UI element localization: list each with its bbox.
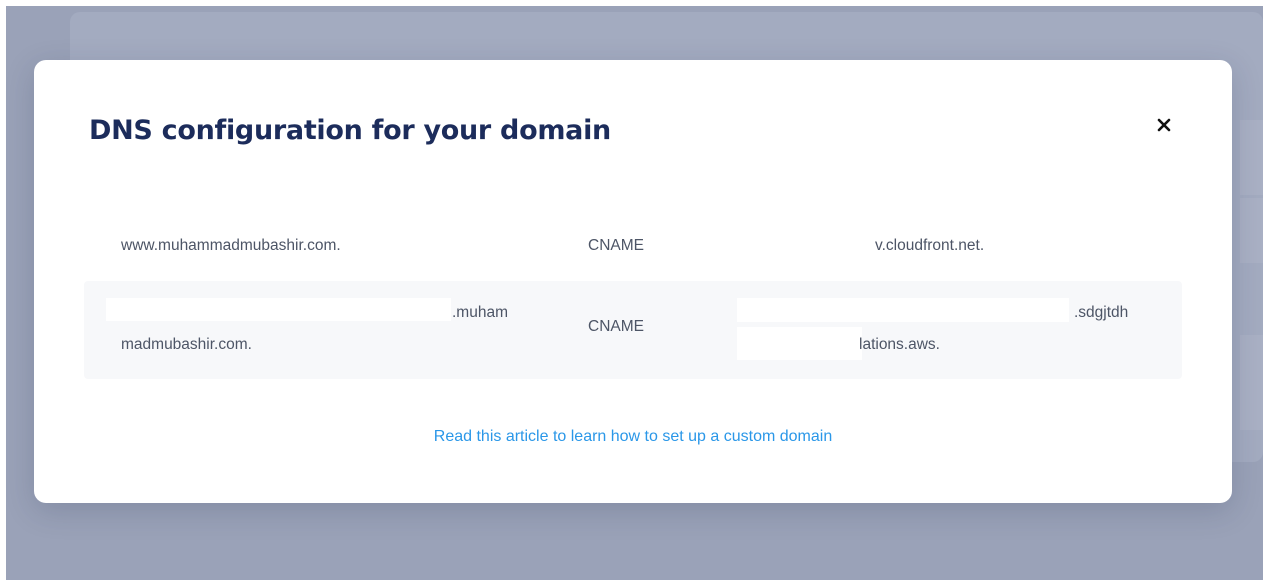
custom-domain-article-link[interactable]: Read this article to learn how to set up… <box>34 428 1232 446</box>
record-value-part: .sdgjtdh <box>1074 304 1129 321</box>
dns-record-row: .muham madmubashir.com. CNAME .sdgjtdh l… <box>84 281 1182 379</box>
record-host-part: madmubashir.com. <box>121 336 252 353</box>
redacted-value-segment <box>737 327 862 360</box>
redacted-host-segment <box>106 298 451 321</box>
close-icon <box>1149 110 1179 140</box>
modal-title: DNS configuration for your domain <box>89 115 611 146</box>
background-panel-edge <box>1240 335 1263 430</box>
record-type: CNAME <box>588 318 644 335</box>
record-host: www.muhammadmubashir.com. <box>121 237 341 254</box>
record-type: CNAME <box>588 237 644 254</box>
background-panel-edge <box>1240 120 1263 195</box>
background-panel-edge <box>1240 198 1263 263</box>
record-value-part: lations.aws. <box>859 336 940 353</box>
dns-record-row: www.muhammadmubashir.com. CNAME v.cloudf… <box>84 215 1182 279</box>
redacted-value-segment <box>737 298 1069 322</box>
record-host-part: .muham <box>452 304 508 321</box>
record-value: v.cloudfront.net. <box>875 237 985 254</box>
close-button[interactable] <box>1149 110 1179 140</box>
dns-configuration-modal: DNS configuration for your domain www.mu… <box>34 60 1232 503</box>
screen: DNS configuration for your domain www.mu… <box>0 0 1263 580</box>
